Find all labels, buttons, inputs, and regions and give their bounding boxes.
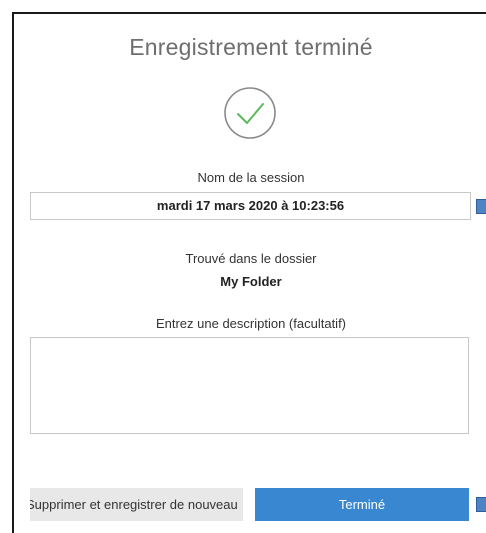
description-input[interactable] [30,337,469,434]
recording-complete-dialog: Enregistrement terminé Nom de la session… [12,12,486,533]
session-name-label: Nom de la session [197,170,305,185]
description-label: Entrez une description (facultatif) [155,316,347,331]
session-field-handle[interactable] [476,199,486,214]
dialog-title: Enregistrement terminé [129,34,373,60]
session-name-field[interactable]: mardi 17 mars 2020 à 10:23:56 [30,192,471,220]
done-button[interactable]: Terminé [255,488,469,521]
footer-handle[interactable] [476,497,486,512]
folder-label: Trouvé dans le dossier [185,251,317,266]
folder-value: My Folder [220,274,282,289]
delete-and-record-again-button[interactable]: Supprimer et enregistrer de nouveau [30,488,243,521]
checkmark-circle-icon [224,87,276,139]
